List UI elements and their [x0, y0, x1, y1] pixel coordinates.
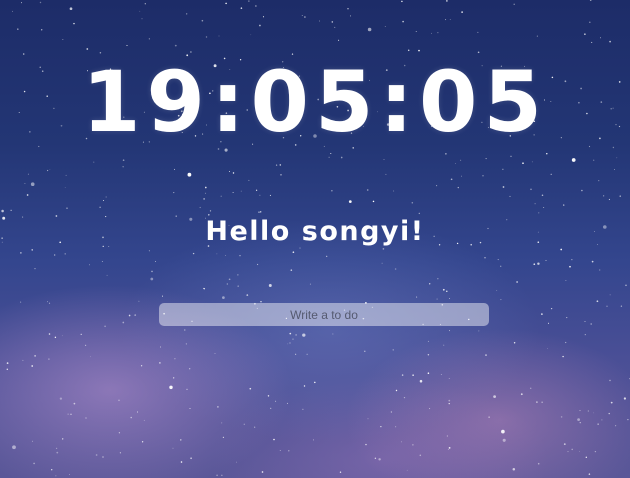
todo-form	[159, 303, 489, 326]
greeting-text: Hello songyi!	[205, 216, 425, 247]
clock-display: 19:05:05	[82, 53, 548, 151]
todo-input[interactable]	[159, 303, 489, 326]
